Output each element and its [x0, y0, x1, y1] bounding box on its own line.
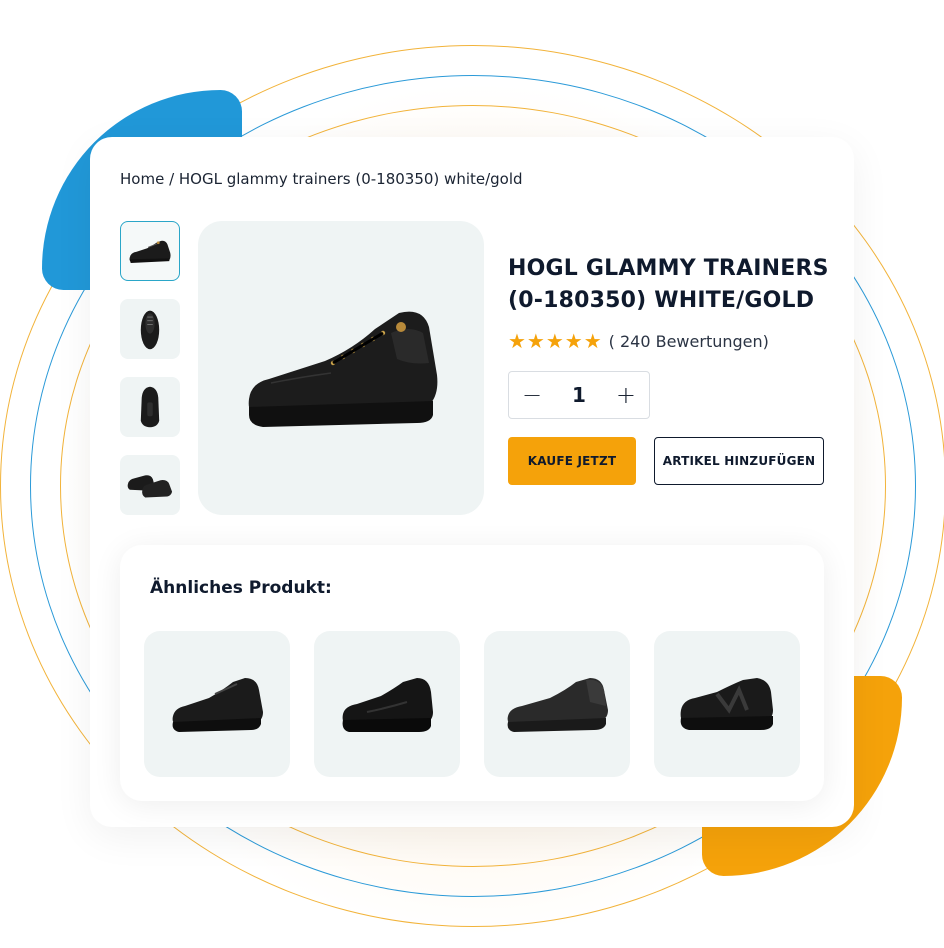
thumbnail-1[interactable] [120, 221, 180, 281]
rating-stars: ★★★★★ [508, 329, 603, 353]
similar-products-section: Ähnliches Produkt: [120, 545, 824, 801]
add-to-cart-button[interactable]: ARTIKEL HINZUFÜGEN [654, 437, 824, 485]
buy-now-button[interactable]: KAUFE JETZT [508, 437, 636, 485]
decrement-button[interactable]: − [509, 372, 555, 418]
thumbnail-3[interactable] [120, 377, 180, 437]
product-title: HOGL GLAMMY TRAINERS (0-180350) WHITE/GO… [508, 256, 829, 313]
shoe-image [248, 311, 438, 427]
review-count[interactable]: ( 240 Bewertungen) [609, 332, 769, 351]
similar-product-card[interactable] [484, 631, 630, 777]
shoe-image [680, 678, 773, 730]
product-rating: ★★★★★ ( 240 Bewertungen) [508, 329, 769, 353]
quantity-stepper: − 1 + [508, 371, 650, 419]
similar-product-card[interactable] [314, 631, 460, 777]
shoe-side-image [129, 240, 171, 263]
shoe-image [172, 678, 263, 732]
thumbnail-2[interactable] [120, 299, 180, 359]
main-product-image [198, 221, 484, 515]
similar-product-card[interactable] [144, 631, 290, 777]
shoe-pair-image [127, 475, 173, 498]
similar-products-title: Ähnliches Produkt: [150, 578, 332, 598]
shoe-image [342, 678, 433, 732]
similar-product-card[interactable] [654, 631, 800, 777]
product-card: Home / HOGL glammy trainers (0-180350) w… [90, 137, 854, 827]
shoe-top-image [140, 310, 160, 350]
increment-button[interactable]: + [603, 372, 649, 418]
quantity-value[interactable]: 1 [572, 383, 586, 407]
shoe-back-image [140, 386, 160, 428]
thumbnail-4[interactable] [120, 455, 180, 515]
shoe-image [507, 678, 608, 732]
breadcrumb[interactable]: Home / HOGL glammy trainers (0-180350) w… [120, 170, 523, 188]
